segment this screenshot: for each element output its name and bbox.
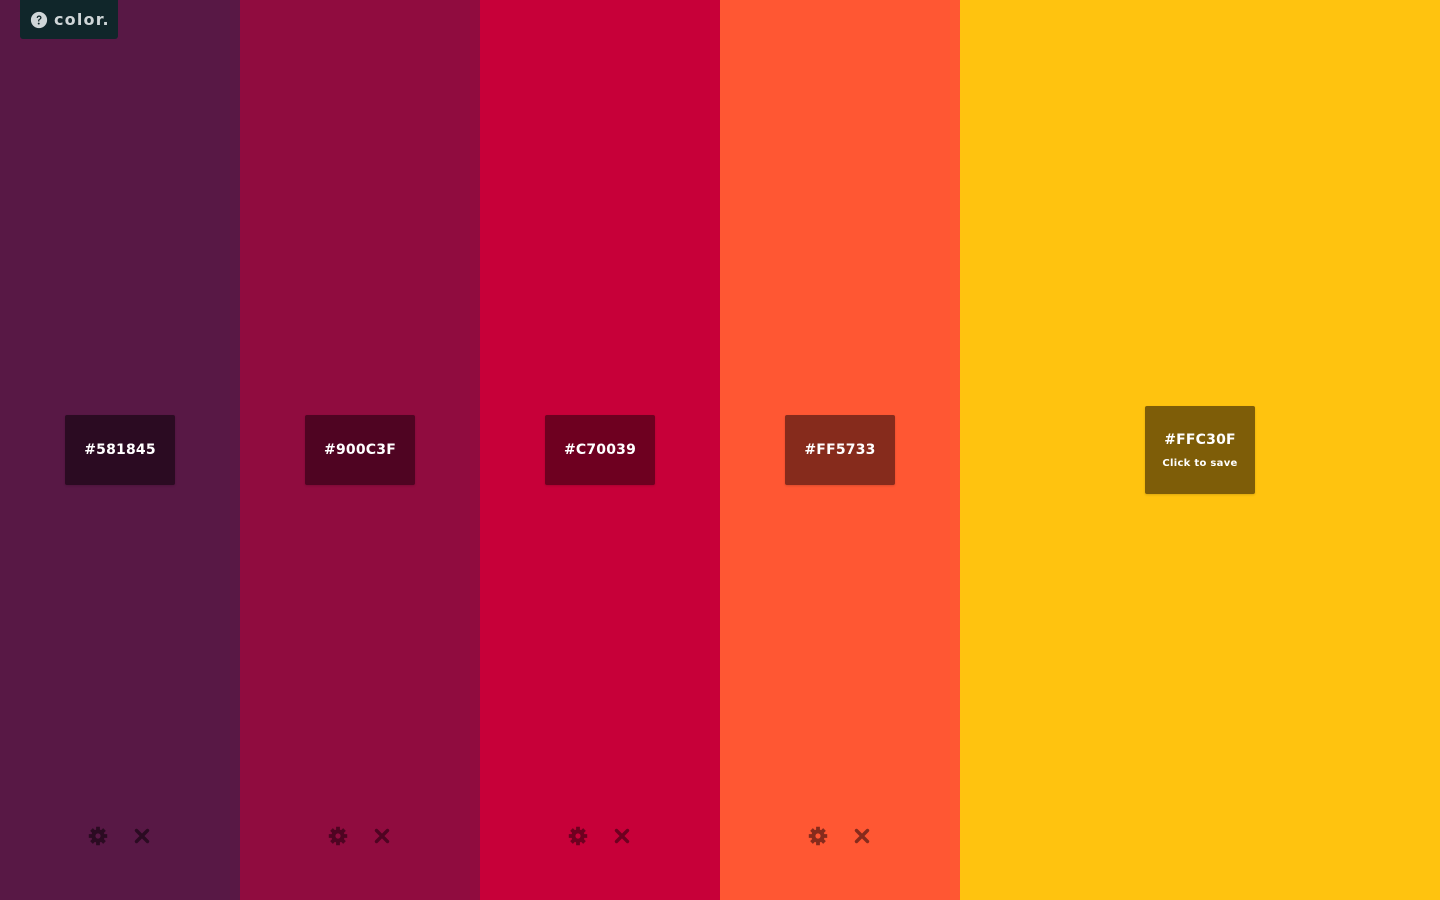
gear-icon xyxy=(88,826,108,846)
column-controls xyxy=(328,826,392,846)
hex-value: #C70039 xyxy=(563,442,637,458)
remove-color-button[interactable] xyxy=(372,826,392,846)
close-icon xyxy=(374,828,390,844)
gear-icon xyxy=(808,826,828,846)
gear-icon xyxy=(568,826,588,846)
hex-label[interactable]: #FF5733 xyxy=(785,415,895,485)
hex-label[interactable]: #581845 xyxy=(65,415,175,485)
settings-button[interactable] xyxy=(568,826,588,846)
color-column-2[interactable]: #900C3F xyxy=(240,0,480,900)
hex-value: #900C3F xyxy=(324,442,396,458)
close-icon xyxy=(614,828,630,844)
hex-label[interactable]: #C70039 xyxy=(545,415,655,485)
save-hint: Click to save xyxy=(1162,457,1238,469)
save-color-button[interactable]: #FFC30F Click to save xyxy=(1145,406,1255,494)
hex-value: #FF5733 xyxy=(804,442,876,458)
palette-app: color. #581845 #900C3F #C70039 #FF5733 #… xyxy=(0,0,1440,900)
brand-menu[interactable]: color. xyxy=(20,0,118,39)
color-column-4[interactable]: #FF5733 xyxy=(720,0,960,900)
column-controls xyxy=(568,826,632,846)
settings-button[interactable] xyxy=(88,826,108,846)
close-icon xyxy=(134,828,150,844)
hex-value: #581845 xyxy=(84,442,156,458)
brand-name: color. xyxy=(54,10,110,29)
settings-button[interactable] xyxy=(328,826,348,846)
hex-value: #FFC30F xyxy=(1164,431,1236,448)
remove-color-button[interactable] xyxy=(132,826,152,846)
settings-button[interactable] xyxy=(808,826,828,846)
close-icon xyxy=(854,828,870,844)
remove-color-button[interactable] xyxy=(612,826,632,846)
color-column-3[interactable]: #C70039 xyxy=(480,0,720,900)
column-controls xyxy=(88,826,152,846)
column-controls xyxy=(808,826,872,846)
gear-icon xyxy=(328,826,348,846)
color-column-1[interactable]: #581845 xyxy=(0,0,240,900)
question-circle-icon xyxy=(30,11,48,28)
hex-label[interactable]: #900C3F xyxy=(305,415,415,485)
new-color-column[interactable]: #FFC30F Click to save xyxy=(960,0,1440,900)
remove-color-button[interactable] xyxy=(852,826,872,846)
